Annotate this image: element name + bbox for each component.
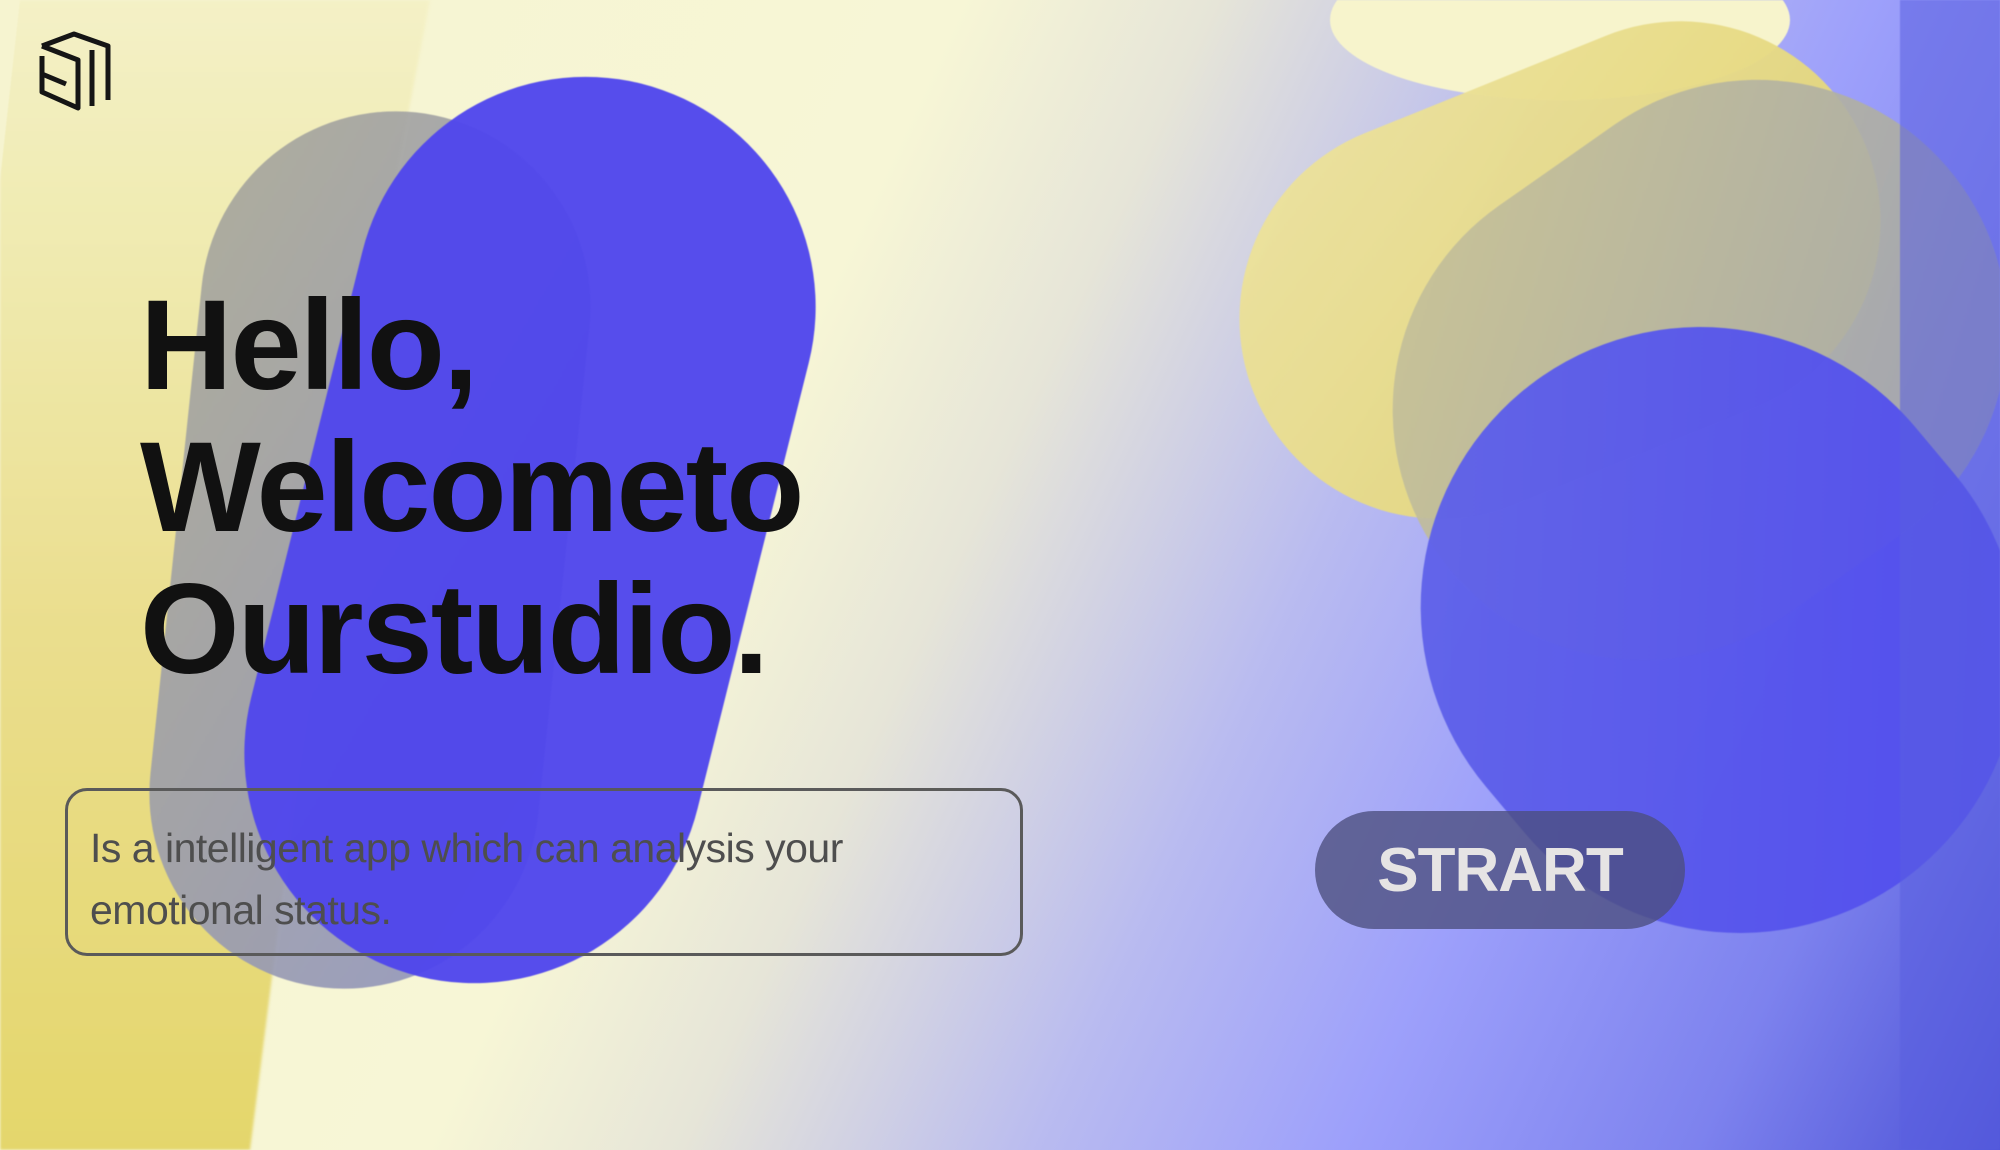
headline-line-2: Welcometo xyxy=(140,416,804,559)
stacked-frame-logo-icon[interactable] xyxy=(38,30,112,112)
headline-line-1: Hello, xyxy=(140,274,479,417)
description-text: Is a intelligent app which can analysis … xyxy=(90,825,843,933)
start-button[interactable]: STRART xyxy=(1315,811,1685,929)
hero-headline: Hello, Welcometo Ourstudio. xyxy=(140,274,804,701)
headline-line-3: Ourstudio. xyxy=(140,558,769,701)
description-box: Is a intelligent app which can analysis … xyxy=(65,788,1023,956)
